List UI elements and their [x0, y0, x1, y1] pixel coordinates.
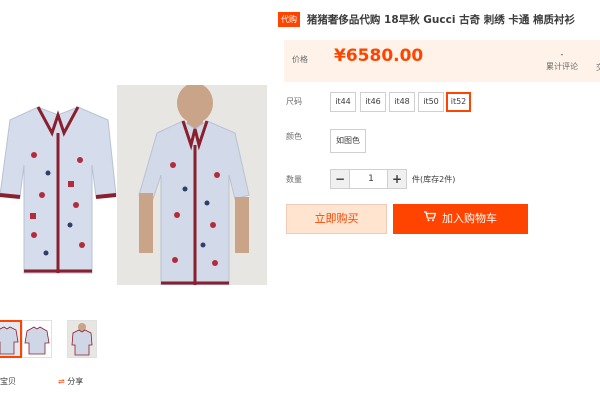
- price-value: ¥6580.00: [334, 46, 424, 66]
- product-title: 猪猪奢侈品代购 18早秋 Gucci 古奇 刺绣 卡通 棉质衬衫: [306, 14, 576, 26]
- price-panel: 价格 ¥6580.00 - 累计评论 交: [284, 40, 600, 82]
- thumbnail-1[interactable]: [0, 320, 22, 358]
- cart-icon: [424, 204, 437, 234]
- stock-info: 件(库存2件): [412, 175, 456, 184]
- title-row: 代购 猪猪奢侈品代购 18早秋 Gucci 古奇 刺绣 卡通 棉质衬衫: [278, 12, 600, 30]
- daigou-tag: 代购: [278, 12, 300, 27]
- buy-now-button[interactable]: 立即购买: [286, 204, 387, 234]
- thumbnail-3[interactable]: [67, 320, 97, 358]
- size-option-it48[interactable]: it48: [389, 92, 415, 112]
- thumbnail-2[interactable]: [22, 320, 52, 358]
- main-product-image[interactable]: [0, 40, 272, 285]
- quantity-plus-button[interactable]: +: [387, 169, 407, 189]
- size-option-it50[interactable]: it50: [418, 92, 444, 112]
- color-option-as-shown[interactable]: 如图色: [330, 129, 366, 153]
- product-info: 代购 猪猪奢侈品代购 18早秋 Gucci 古奇 刺绣 卡通 棉质衬衫 价格 ¥…: [278, 0, 600, 400]
- size-option-it52[interactable]: it52: [446, 92, 471, 112]
- favorite-link[interactable]: 宝贝: [0, 376, 16, 387]
- add-to-cart-label: 加入购物车: [442, 212, 497, 225]
- gallery: 宝贝 ⇌ 分享: [0, 0, 275, 400]
- price-label: 价格: [292, 55, 308, 64]
- share-link[interactable]: ⇌ 分享: [58, 376, 83, 387]
- share-label: 分享: [67, 377, 84, 386]
- trade-count-label: 交: [596, 62, 600, 73]
- quantity-label: 数量: [286, 175, 302, 184]
- size-label: 尺码: [286, 97, 302, 106]
- review-count-label: 累计评论: [546, 62, 578, 71]
- review-count[interactable]: - 累计评论: [542, 50, 582, 72]
- color-label: 颜色: [286, 132, 302, 141]
- flat-shirt-photo: [0, 85, 118, 275]
- share-icon: ⇌: [58, 377, 65, 386]
- quantity-minus-button[interactable]: −: [330, 169, 350, 189]
- add-to-cart-button[interactable]: 加入购物车: [393, 204, 528, 234]
- model-shirt-photo: [117, 85, 267, 285]
- review-count-value: -: [560, 50, 564, 59]
- size-option-it44[interactable]: it44: [330, 92, 356, 112]
- size-option-it46[interactable]: it46: [360, 92, 386, 112]
